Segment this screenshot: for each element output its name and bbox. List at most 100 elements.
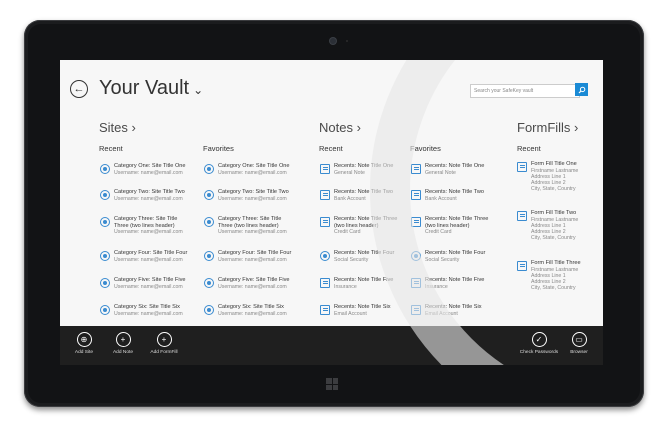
item-line: Firstname Lastname bbox=[531, 167, 579, 174]
credit-card-icon bbox=[411, 217, 421, 227]
site-icon bbox=[100, 217, 110, 227]
note-favorite-item[interactable]: Recents: Note Title Two Bank Account bbox=[411, 189, 499, 202]
social-security-icon bbox=[411, 251, 421, 261]
item-title: Category Six: Site Title Six bbox=[218, 304, 284, 310]
site-recent-item[interactable]: Category Five: Site Title Five Username: … bbox=[100, 277, 188, 290]
email-icon bbox=[320, 305, 330, 315]
note-recent-item[interactable]: Recents: Note Title Four Social Security bbox=[320, 250, 408, 263]
formfill-icon bbox=[517, 162, 527, 172]
add-formfill-label: Add FormFill bbox=[150, 350, 178, 355]
note-recent-item[interactable]: Recents: Note Title Three (two lines hea… bbox=[320, 216, 408, 235]
search-input[interactable]: Search your SafeKey vault bbox=[470, 84, 580, 98]
item-sub: Email Account bbox=[334, 310, 367, 317]
insurance-icon bbox=[320, 278, 330, 288]
note-icon bbox=[320, 164, 330, 174]
site-icon bbox=[100, 251, 110, 261]
item-title: Recents: Note Title Four bbox=[425, 250, 486, 256]
note-recent-item[interactable]: Recents: Note Title Two Bank Account bbox=[320, 189, 408, 202]
item-sub: Username: name@email.com bbox=[114, 283, 183, 290]
checkmark-icon: ✓ bbox=[531, 332, 547, 347]
browser-icon: ▭ bbox=[571, 332, 587, 347]
item-title: Category Three: Site Title Three (two li… bbox=[218, 216, 282, 229]
add-site-button[interactable]: ⊕ Add Site bbox=[64, 332, 104, 355]
back-arrow-icon[interactable]: ← bbox=[70, 80, 88, 98]
site-icon bbox=[204, 217, 214, 227]
item-sub: Social Security bbox=[425, 256, 460, 263]
item-title: Category Four: Site Title Four bbox=[218, 250, 292, 256]
note-recent-item[interactable]: Recents: Note Title Six Email Account bbox=[320, 304, 408, 317]
item-sub: Username: name@email.com bbox=[218, 310, 287, 317]
item-sub: Username: name@email.com bbox=[218, 283, 287, 290]
site-favorite-item[interactable]: Category One: Site Title One Username: na… bbox=[204, 163, 292, 176]
site-recent-item[interactable]: Category Four: Site Title Four Username: … bbox=[100, 250, 188, 263]
item-sub: Social Security bbox=[334, 256, 369, 263]
formfills-heading[interactable]: FormFills › bbox=[517, 120, 578, 135]
check-passwords-button[interactable]: ✓ Check Passwords bbox=[519, 332, 559, 355]
notes-recent-heading: Recent bbox=[319, 144, 343, 153]
note-favorite-item[interactable]: Recents: Note Title One General Note bbox=[411, 163, 499, 176]
item-line: City, State, Country bbox=[531, 186, 576, 193]
notes-heading[interactable]: Notes › bbox=[319, 120, 361, 135]
item-sub: General Note bbox=[425, 169, 456, 176]
site-favorite-item[interactable]: Category Four: Site Title Four Username: … bbox=[204, 250, 292, 263]
item-sub: Email Account bbox=[425, 310, 458, 317]
item-title: Recents: Note Title Four bbox=[334, 250, 395, 256]
item-sub: Credit Card bbox=[334, 229, 361, 235]
item-sub: Username: name@email.com bbox=[114, 310, 183, 317]
vault-screen: ← Your Vault ⌄ Search your SafeKey vault … bbox=[60, 60, 603, 365]
note-favorite-item[interactable]: Recents: Note Title Four Social Security bbox=[411, 250, 499, 263]
formfill-item[interactable]: Form Fill Title Two Firstname Lastname Add… bbox=[517, 210, 597, 241]
item-sub: Username: name@email.com bbox=[114, 169, 183, 176]
item-title: Category Four: Site Title Four bbox=[114, 250, 188, 256]
sites-heading[interactable]: Sites › bbox=[99, 120, 136, 135]
add-formfill-button[interactable]: + Add FormFill bbox=[144, 332, 184, 355]
site-icon bbox=[204, 305, 214, 315]
insurance-icon bbox=[411, 278, 421, 288]
note-recent-item[interactable]: Recents: Note Title Five Insurance bbox=[320, 277, 408, 290]
item-title: Category Five: Site Title Five bbox=[218, 277, 290, 283]
windows-logo-icon[interactable] bbox=[326, 378, 338, 390]
site-favorite-item[interactable]: Category Six: Site Title Six Username: na… bbox=[204, 304, 292, 317]
item-title: Category One: Site Title One bbox=[218, 163, 290, 169]
site-icon bbox=[204, 164, 214, 174]
item-sub: Insurance bbox=[425, 283, 448, 290]
bank-note-icon bbox=[320, 190, 330, 200]
item-title: Recents: Note Title Six bbox=[334, 304, 391, 310]
item-title: Category Two: Site Title Two bbox=[114, 189, 185, 195]
item-sub: Insurance bbox=[334, 283, 357, 290]
item-title: Recents: Note Title Five bbox=[425, 277, 485, 283]
app-bar: ⊕ Add Site + Add Note + Add FormFill ✓ Check… bbox=[60, 326, 603, 365]
note-icon bbox=[411, 164, 421, 174]
item-line: Firstname Lastname bbox=[531, 216, 579, 223]
note-favorite-item[interactable]: Recents: Note Title Six Email Account bbox=[411, 304, 499, 317]
site-favorite-item[interactable]: Category Two: Site Title Two Username: na… bbox=[204, 189, 292, 202]
item-title: Recents: Note Title One bbox=[425, 163, 485, 169]
site-recent-item[interactable]: Category Six: Site Title Six Username: na… bbox=[100, 304, 188, 317]
camera bbox=[330, 38, 336, 44]
formfill-item[interactable]: Form Fill Title One Firstname Lastname Add… bbox=[517, 161, 597, 192]
search-button[interactable] bbox=[575, 83, 588, 96]
item-line: City, State, Country bbox=[531, 285, 576, 292]
site-favorite-item[interactable]: Category Five: Site Title Five Username: … bbox=[204, 277, 292, 290]
item-title: Recents: Note Title Two bbox=[334, 189, 393, 195]
item-sub: Username: name@email.com bbox=[114, 195, 183, 202]
item-sub: Username: name@email.com bbox=[114, 229, 183, 235]
item-title: Recents: Note Title Two bbox=[425, 189, 484, 195]
note-favorite-item[interactable]: Recents: Note Title Three (two lines hea… bbox=[411, 216, 499, 235]
sites-recent-heading: Recent bbox=[99, 144, 123, 153]
note-recent-item[interactable]: Recents: Note Title One General Note bbox=[320, 163, 408, 176]
note-favorite-item[interactable]: Recents: Note Title Five Insurance bbox=[411, 277, 499, 290]
item-title: Recents: Note Title Five bbox=[334, 277, 394, 283]
formfills-recent-heading: Recent bbox=[517, 144, 541, 153]
credit-card-icon bbox=[320, 217, 330, 227]
add-note-button[interactable]: + Add Note bbox=[103, 332, 143, 355]
browser-button[interactable]: ▭ Browser bbox=[559, 332, 599, 355]
formfill-item[interactable]: Form Fill Title Three Firstname Lastname A… bbox=[517, 260, 597, 291]
site-icon bbox=[204, 190, 214, 200]
page-title[interactable]: Your Vault ⌄ bbox=[99, 77, 203, 100]
site-recent-item[interactable]: Category Two: Site Title Two Username: na… bbox=[100, 189, 188, 202]
site-favorite-item[interactable]: Category Three: Site Title Three (two li… bbox=[204, 216, 292, 235]
site-recent-item[interactable]: Category One: Site Title One Username: na… bbox=[100, 163, 188, 176]
item-title: Category One: Site Title One bbox=[114, 163, 186, 169]
site-recent-item[interactable]: Category Three: Site Title Three (two li… bbox=[100, 216, 188, 235]
